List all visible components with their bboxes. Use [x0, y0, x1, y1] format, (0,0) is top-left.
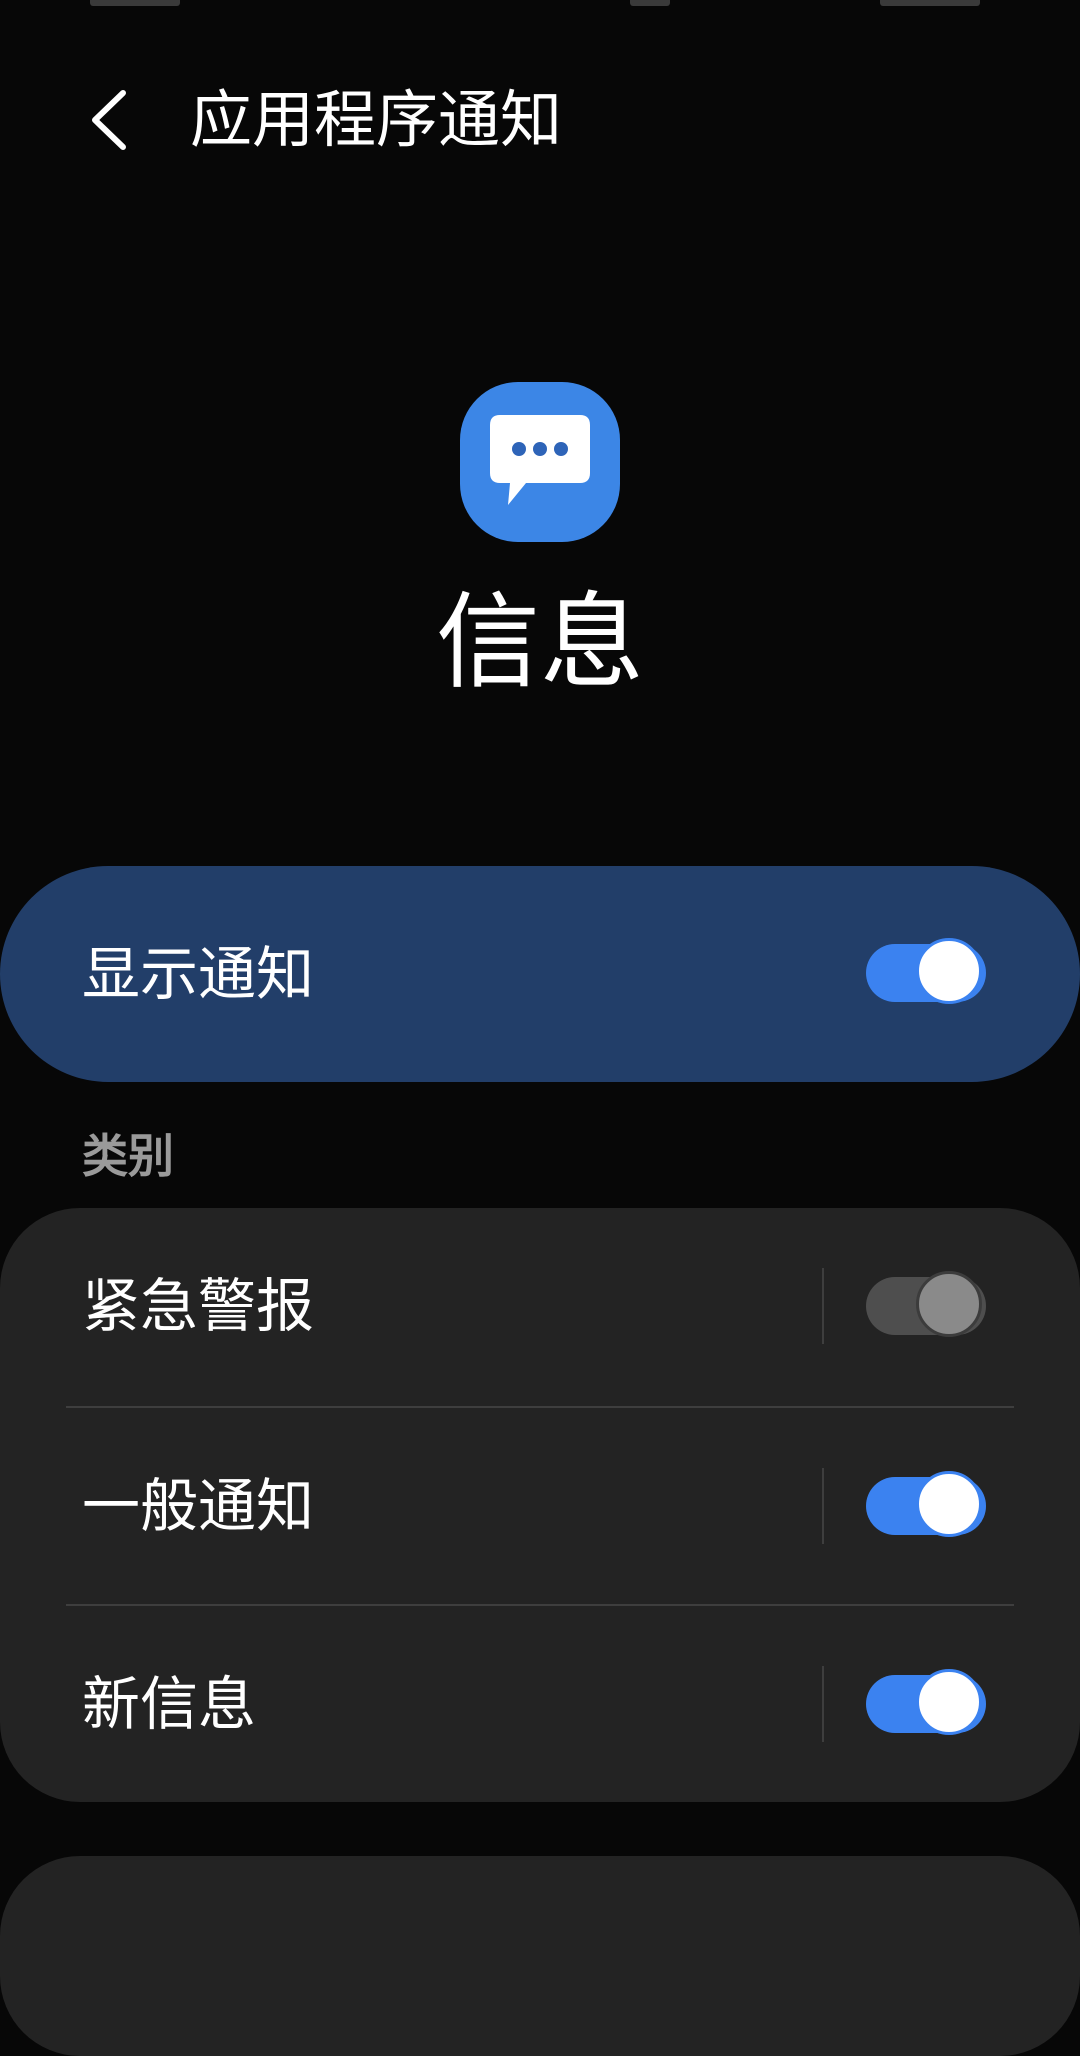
next-settings-card[interactable]: [0, 1856, 1080, 2056]
status-bar: [0, 0, 1080, 12]
divider: [822, 1468, 824, 1544]
header: 应用程序通知: [0, 60, 1080, 180]
category-row-emergency-alerts[interactable]: 紧急警报: [0, 1208, 1080, 1404]
toggle-thumb: [916, 1271, 982, 1337]
page-title: 应用程序通知: [190, 83, 563, 156]
category-label: 紧急警报: [82, 1272, 315, 1340]
show-notifications-toggle[interactable]: [866, 938, 990, 1008]
category-label: 新信息: [82, 1670, 257, 1738]
toggle-thumb: [916, 1471, 982, 1537]
general-notifications-toggle[interactable]: [866, 1471, 990, 1541]
chevron-left-icon: [92, 90, 126, 150]
category-label: 一般通知: [82, 1472, 315, 1540]
app-name: 信息: [435, 581, 644, 703]
toggle-thumb: [916, 1669, 982, 1735]
messages-icon: [490, 415, 590, 505]
status-bar-signal-icon: [630, 0, 670, 6]
back-button[interactable]: [70, 80, 150, 160]
app-icon: [460, 382, 620, 542]
divider: [822, 1268, 824, 1344]
status-bar-battery-icon: [880, 0, 980, 6]
show-notifications-label: 显示通知: [82, 940, 315, 1008]
divider: [822, 1666, 824, 1742]
new-messages-toggle[interactable]: [866, 1669, 990, 1739]
emergency-alerts-toggle[interactable]: [866, 1271, 990, 1341]
category-row-general-notifications[interactable]: 一般通知: [0, 1408, 1080, 1604]
status-bar-clock: [90, 0, 180, 6]
categories-card: 紧急警报 一般通知 新信息: [0, 1208, 1080, 1802]
categories-section-label: 类别: [82, 1129, 174, 1183]
toggle-thumb: [916, 938, 982, 1004]
category-row-new-messages[interactable]: 新信息: [0, 1606, 1080, 1802]
